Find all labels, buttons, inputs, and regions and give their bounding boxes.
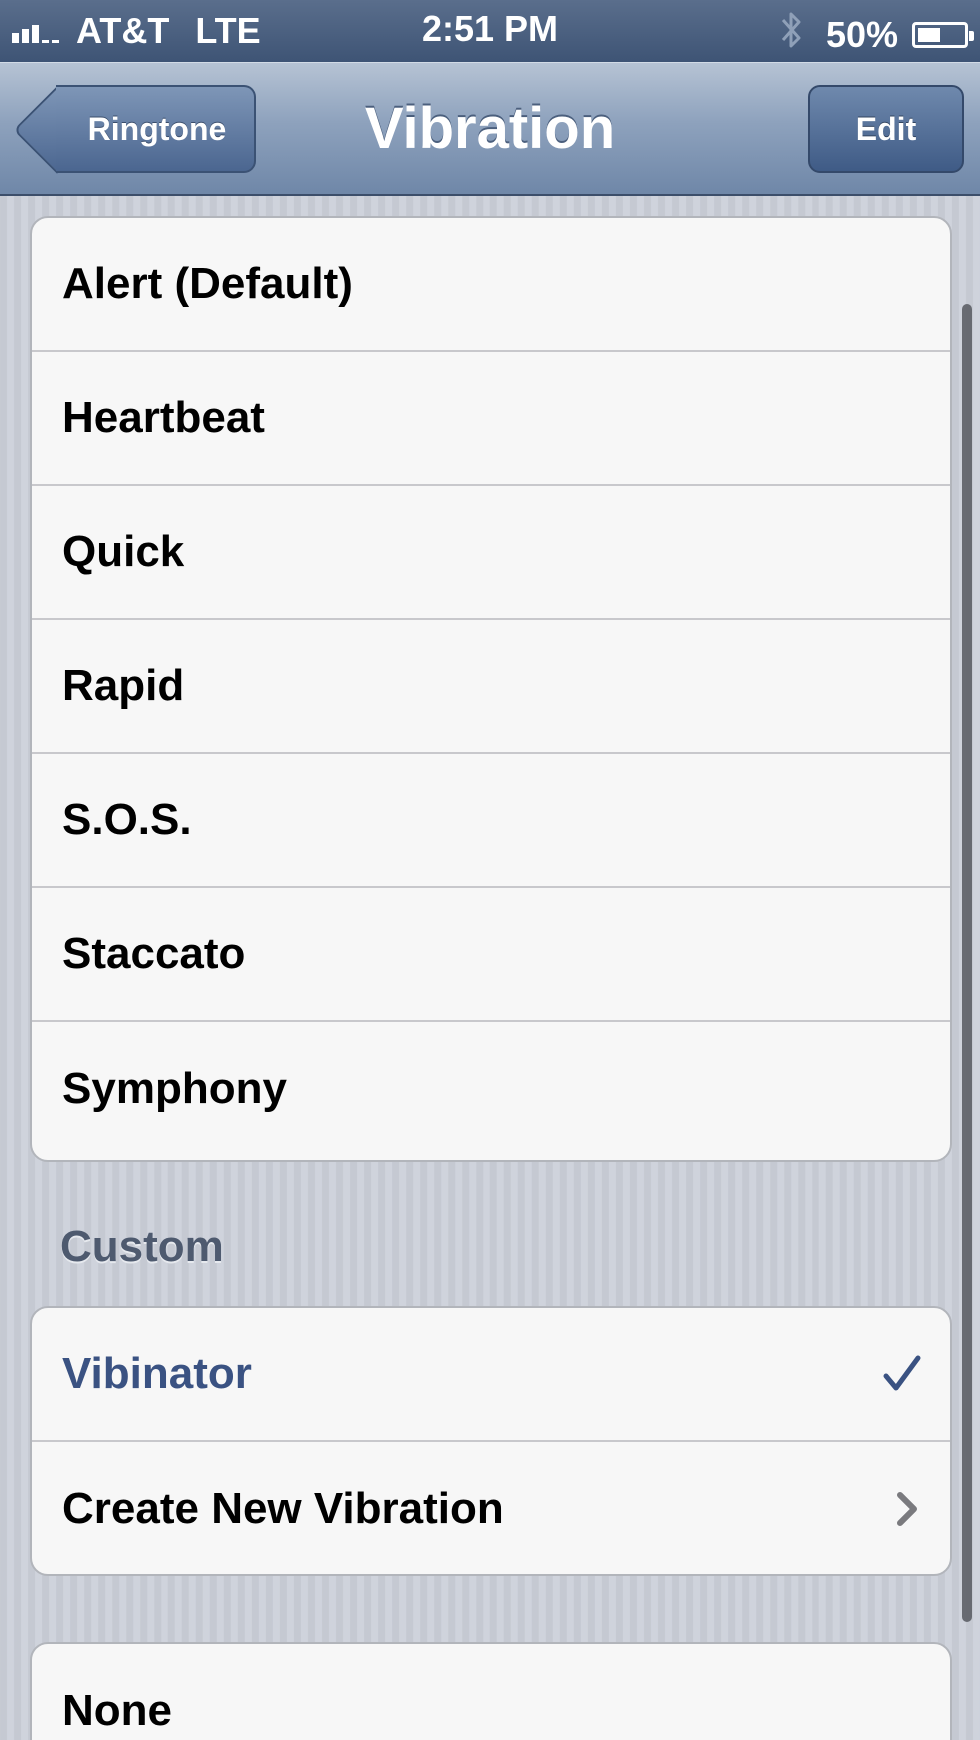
custom-vibrations-list: Vibinator Create New Vibration (30, 1306, 952, 1576)
edit-button-label: Edit (855, 110, 917, 147)
list-item-sos[interactable]: S.O.S. (32, 754, 950, 888)
scroll-indicator[interactable] (962, 304, 972, 1622)
battery-nub (969, 30, 974, 41)
list-item-label: Rapid (62, 661, 185, 710)
checkmark-icon (882, 1308, 922, 1440)
list-item-label: Symphony (62, 1064, 287, 1113)
standard-vibrations-list: Alert (Default) Heartbeat Quick Rapid S.… (30, 216, 952, 1162)
edit-button[interactable]: Edit (808, 85, 964, 173)
battery-percent: 50% (825, 13, 898, 55)
list-item-label: S.O.S. (62, 795, 192, 844)
list-item-create-new-vibration[interactable]: Create New Vibration (32, 1442, 950, 1574)
back-button-label: Ringtone (87, 110, 227, 147)
list-item-heartbeat[interactable]: Heartbeat (32, 352, 950, 486)
list-item-symphony[interactable]: Symphony (32, 1022, 950, 1156)
list-item-alert-default[interactable]: Alert (Default) (32, 218, 950, 352)
list-item-vibinator[interactable]: Vibinator (32, 1308, 950, 1442)
none-list: None (30, 1642, 952, 1740)
status-right: 50% (780, 10, 974, 59)
list-item-label: Heartbeat (62, 393, 265, 442)
list-item-label: Create New Vibration (62, 1484, 504, 1533)
list-item-label: None (62, 1686, 172, 1735)
battery-fill (918, 27, 940, 42)
back-button-wrap: Ringtone (13, 63, 260, 197)
chevron-right-icon (894, 1442, 922, 1574)
list-item-rapid[interactable]: Rapid (32, 620, 950, 754)
battery-icon (912, 21, 974, 48)
back-button[interactable]: Ringtone (13, 85, 256, 174)
status-bar: AT&T LTE 2:51 PM 50% (0, 0, 980, 62)
section-header-custom: Custom (60, 1222, 224, 1271)
list-item-label: Quick (62, 527, 185, 576)
bluetooth-icon (780, 10, 804, 59)
navigation-bar: Ringtone Vibration Edit (0, 62, 980, 196)
list-item-staccato[interactable]: Staccato (32, 888, 950, 1022)
list-item-label: Alert (Default) (62, 259, 353, 308)
list-item-label: Vibinator (62, 1349, 252, 1398)
list-item-label: Staccato (62, 929, 246, 978)
list-item-none[interactable]: None (32, 1644, 950, 1740)
list-item-quick[interactable]: Quick (32, 486, 950, 620)
